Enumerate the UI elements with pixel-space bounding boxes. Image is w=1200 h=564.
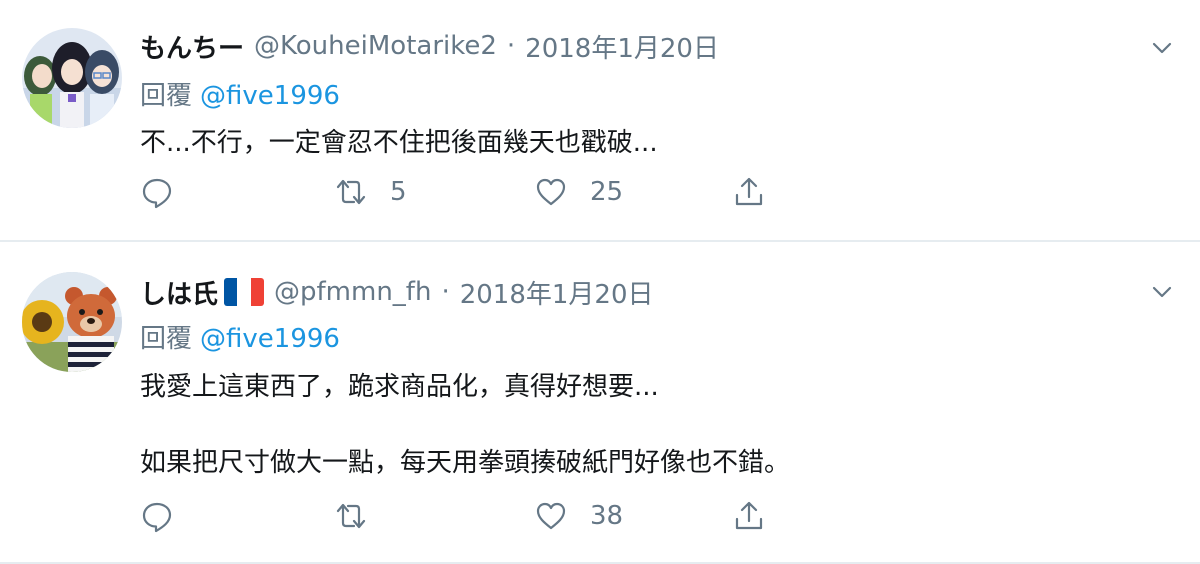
user-handle[interactable]: @KouheiMotarike2	[254, 31, 497, 61]
display-name[interactable]: しは氏	[140, 274, 218, 311]
avatar[interactable]	[22, 272, 122, 372]
anime-avatar-icon	[22, 28, 122, 128]
tweet-header: しは氏 @pfmmn_fh · 2018年1月20日	[140, 272, 654, 312]
tweet-item[interactable]: もんちー @KouheiMotarike2 · 2018年1月20日 回覆 @fi…	[0, 0, 1200, 242]
reply-button[interactable]	[140, 496, 174, 536]
timestamp[interactable]: 2018年1月20日	[525, 28, 719, 65]
share-button[interactable]	[732, 496, 766, 536]
separator-dot: ·	[441, 277, 450, 307]
tweet-text-line-2: 如果把尺寸做大一點，每天用拳頭揍破紙門好像也不錯。	[140, 448, 791, 478]
retweet-icon	[336, 503, 366, 529]
tweet-actions: 5 25	[140, 172, 780, 212]
chevron-down-icon[interactable]	[1150, 280, 1174, 304]
reply-to-link[interactable]: @five1996	[200, 81, 340, 111]
avatar[interactable]	[22, 28, 122, 128]
display-name[interactable]: もんちー	[140, 28, 244, 65]
share-icon	[735, 501, 763, 530]
tweet-text-line-1: 我愛上這東西了，跪求商品化，真得好想要...	[140, 372, 659, 402]
user-handle[interactable]: @pfmmn_fh	[274, 277, 431, 307]
retweet-count: 5	[390, 177, 407, 207]
like-count: 25	[590, 177, 624, 207]
retweet-icon	[336, 179, 366, 205]
tweet-actions: 38	[140, 496, 780, 536]
heart-icon	[536, 178, 566, 206]
like-count: 38	[590, 501, 624, 531]
share-button[interactable]	[732, 172, 766, 212]
reply-icon	[142, 178, 172, 209]
tweet-header: もんちー @KouheiMotarike2 · 2018年1月20日	[140, 26, 719, 66]
reply-prefix: 回覆	[140, 324, 193, 354]
tweet-feed: もんちー @KouheiMotarike2 · 2018年1月20日 回覆 @fi…	[0, 0, 1200, 564]
reply-to-link[interactable]: @five1996	[200, 324, 340, 354]
tweet-item[interactable]: しは氏 @pfmmn_fh · 2018年1月20日 回覆 @five1996 我…	[0, 242, 1200, 564]
share-icon	[735, 177, 763, 206]
teddy-bear-avatar-icon	[22, 272, 122, 372]
timestamp[interactable]: 2018年1月20日	[460, 274, 654, 311]
chevron-down-icon[interactable]	[1150, 36, 1174, 60]
like-button[interactable]: 38	[534, 496, 623, 536]
reply-icon	[142, 502, 172, 533]
separator-dot: ·	[506, 31, 516, 61]
france-flag-icon	[224, 278, 264, 306]
reply-context: 回覆 @five1996	[140, 318, 340, 355]
heart-icon	[536, 502, 566, 530]
tweet-text: 不...不行，一定會忍不住把後面幾天也戳破...	[140, 128, 658, 158]
reply-button[interactable]	[140, 172, 174, 212]
reply-prefix: 回覆	[140, 81, 193, 111]
like-button[interactable]: 25	[534, 172, 623, 212]
retweet-button[interactable]	[334, 496, 390, 536]
retweet-button[interactable]: 5	[334, 172, 407, 212]
reply-context: 回覆 @five1996	[140, 75, 340, 112]
